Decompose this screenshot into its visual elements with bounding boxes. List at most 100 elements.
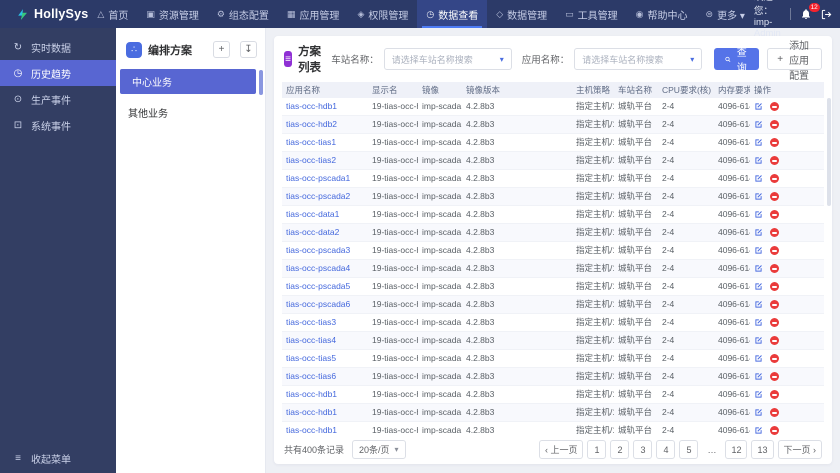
app-name-link[interactable]: tias-occ-hdb1 [286, 407, 337, 417]
app-name-link[interactable]: tias-occ-pscada5 [286, 281, 350, 291]
page-number-button[interactable]: 4 [656, 440, 676, 459]
edit-button[interactable] [754, 120, 763, 129]
app-name-link[interactable]: tias-occ-pscada1 [286, 173, 350, 183]
sidebar-item-icon: ⊡ [13, 119, 23, 131]
edit-button[interactable] [754, 408, 763, 417]
app-name-link[interactable]: tias-occ-tias3 [286, 317, 336, 327]
disable-button[interactable] [770, 192, 779, 201]
disable-button[interactable] [770, 210, 779, 219]
nav-item[interactable]: ⚙ 组态配置 [208, 0, 278, 28]
edit-button[interactable] [754, 102, 763, 111]
disable-button[interactable] [770, 408, 779, 417]
table-scrollbar-thumb[interactable] [827, 98, 831, 206]
app-name-link[interactable]: tias-occ-pscada2 [286, 191, 350, 201]
cell-app-name: tias-occ-tias3 [282, 313, 368, 332]
plan-list-item[interactable]: 其他业务 [116, 100, 265, 125]
edit-button[interactable] [754, 300, 763, 309]
app-name-link[interactable]: tias-occ-hdb1 [286, 389, 337, 399]
app-name-link[interactable]: tias-occ-data2 [286, 227, 339, 237]
nav-item[interactable]: ▣ 资源管理 [137, 0, 208, 28]
edit-button[interactable] [754, 156, 763, 165]
edit-button[interactable] [754, 354, 763, 363]
app-name-link[interactable]: tias-occ-hdb1 [286, 425, 337, 435]
edit-button[interactable] [754, 228, 763, 237]
edit-button[interactable] [754, 372, 763, 381]
station-select[interactable]: 请选择车站名称搜索 ▾ [383, 48, 512, 70]
edit-button[interactable] [754, 192, 763, 201]
page-number-button[interactable]: 5 [679, 440, 699, 459]
add-plan-button[interactable]: + [213, 41, 230, 58]
edit-button[interactable] [754, 282, 763, 291]
app-name-link[interactable]: tias-occ-hdb2 [286, 119, 337, 129]
page-number-button[interactable]: 2 [610, 440, 630, 459]
app-name-link[interactable]: tias-occ-hdb1 [286, 101, 337, 111]
app-name-link[interactable]: tias-occ-tias6 [286, 371, 336, 381]
nav-item[interactable]: ◷ 数据查看 [417, 0, 488, 28]
disable-button[interactable] [770, 156, 779, 165]
sidebar-item[interactable]: ↻ 实时数据 [0, 34, 116, 60]
edit-button[interactable] [754, 336, 763, 345]
page-number-button[interactable]: 1 [587, 440, 607, 459]
app-name-link[interactable]: tias-occ-data1 [286, 209, 339, 219]
page-number-button[interactable]: 13 [751, 440, 774, 459]
edit-button[interactable] [754, 318, 763, 327]
nav-item[interactable]: ⊜ 更多 ▾ [697, 0, 754, 28]
edit-button[interactable] [754, 138, 763, 147]
nav-item[interactable]: △ 首页 [88, 0, 137, 28]
sidebar-item[interactable]: ◷ 历史趋势 [0, 60, 116, 86]
app-name-link[interactable]: tias-occ-pscada4 [286, 263, 350, 273]
disable-button[interactable] [770, 228, 779, 237]
disable-button[interactable] [770, 354, 779, 363]
disable-button[interactable] [770, 390, 779, 399]
edit-button[interactable] [754, 210, 763, 219]
disable-button[interactable] [770, 120, 779, 129]
nav-item[interactable]: ◈ 权限管理 [348, 0, 417, 28]
disable-button[interactable] [770, 372, 779, 381]
plan-scrollbar-thumb[interactable] [259, 70, 263, 95]
disable-button[interactable] [770, 246, 779, 255]
app-name-link[interactable]: tias-occ-tias2 [286, 155, 336, 165]
page-number-button[interactable]: … [702, 440, 721, 459]
cell-cpu: 2-4 [658, 367, 714, 386]
app-name-link[interactable]: tias-occ-tias1 [286, 137, 336, 147]
nav-item[interactable]: ▭ 工具管理 [556, 0, 627, 28]
disable-button[interactable] [770, 336, 779, 345]
plan-list-item[interactable]: 中心业务 [120, 69, 256, 94]
edit-button[interactable] [754, 390, 763, 399]
nav-item[interactable]: ▦ 应用管理 [278, 0, 349, 28]
disable-button[interactable] [770, 174, 779, 183]
import-plan-button[interactable]: ↧ [240, 41, 257, 58]
search-button[interactable]: 查询 [714, 48, 760, 74]
nav-item[interactable]: ◇ 数据管理 [487, 0, 556, 28]
disable-button[interactable] [770, 300, 779, 309]
sidebar-item[interactable]: ⊡ 系统事件 [0, 112, 116, 138]
disable-button[interactable] [770, 138, 779, 147]
nav-item[interactable]: ◉ 帮助中心 [627, 0, 697, 28]
page-number-button[interactable]: 3 [633, 440, 653, 459]
page-size-select[interactable]: 20条/页 ▾ [352, 440, 406, 459]
app-name-link[interactable]: tias-occ-tias5 [286, 353, 336, 363]
collapse-menu-button[interactable]: ≡ 收起菜单 [0, 443, 116, 473]
edit-button[interactable] [754, 426, 763, 435]
disable-button[interactable] [770, 426, 779, 435]
disable-button[interactable] [770, 318, 779, 327]
edit-button[interactable] [754, 174, 763, 183]
next-page-button[interactable]: 下一页 › [777, 440, 822, 459]
app-name-link[interactable]: tias-occ-pscada6 [286, 299, 350, 309]
sidebar-item[interactable]: ⊙ 生产事件 [0, 86, 116, 112]
app-name-link[interactable]: tias-occ-pscada3 [286, 245, 350, 255]
notifications-button[interactable]: 12 [800, 3, 820, 20]
app-select[interactable]: 请选择车站名称搜索 ▾ [574, 48, 703, 70]
disable-button[interactable] [770, 102, 779, 111]
cell-display-name: 19-tias-occ-hdb1 [368, 151, 418, 170]
logout-button[interactable] [821, 9, 832, 20]
edit-button[interactable] [754, 246, 763, 255]
app-name-link[interactable]: tias-occ-tias4 [286, 335, 336, 345]
page-number-button[interactable]: 12 [725, 440, 748, 459]
cell-station: 城轨平台 [614, 205, 658, 224]
edit-button[interactable] [754, 264, 763, 273]
add-app-config-button[interactable]: + 添加应用配置 [767, 41, 822, 82]
disable-button[interactable] [770, 264, 779, 273]
disable-button[interactable] [770, 282, 779, 291]
prev-page-button[interactable]: ‹ 上一页 [538, 440, 584, 459]
